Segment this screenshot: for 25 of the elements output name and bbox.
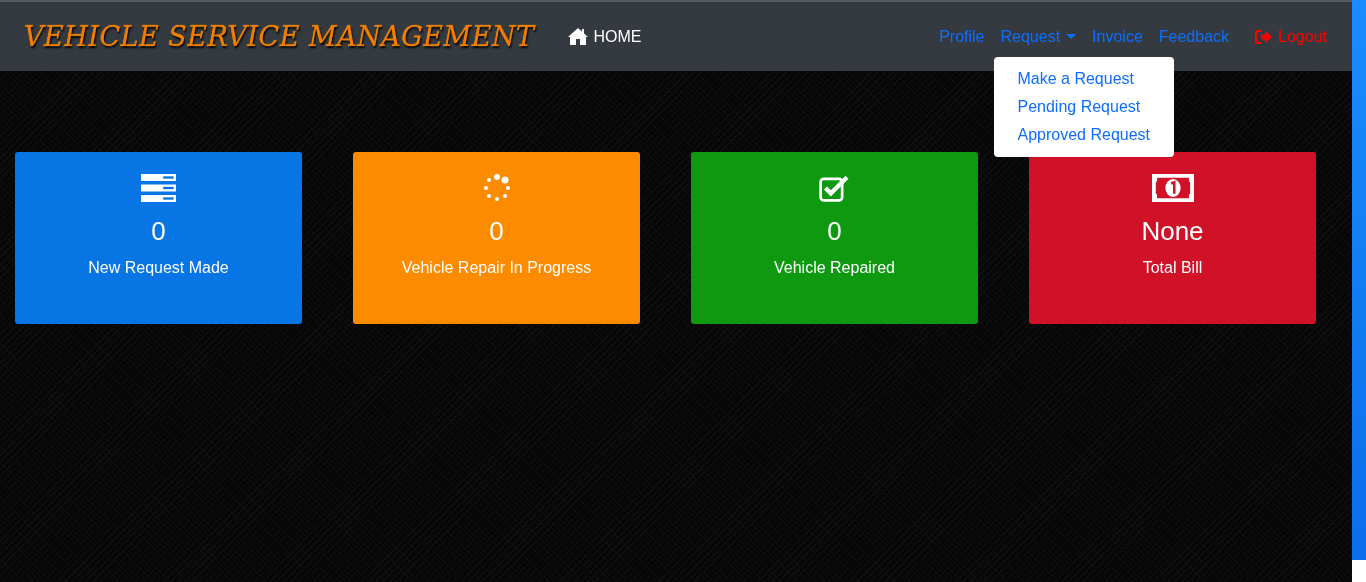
stat-label: Vehicle Repaired [774,259,895,277]
logout-link[interactable]: Logout [1255,27,1327,46]
stat-value: None [1141,216,1204,247]
logout-icon [1255,28,1274,45]
request-dropdown[interactable]: Request [1000,27,1077,46]
home-link[interactable]: HOME [566,27,642,46]
nav-link[interactable]: Profile [939,27,985,46]
nav-link[interactable]: Feedback [1158,27,1230,46]
stat-label: New Request Made [88,259,229,277]
checkbox-icon [819,174,850,202]
home-icon [566,27,589,46]
stat-label: Vehicle Repair In Progress [401,259,592,277]
stat-label: Total Bill [1142,259,1203,277]
stat-value: 0 [489,216,504,247]
stat-value: 0 [827,216,842,247]
stat-value: 0 [151,216,166,247]
caret-icon [1066,33,1077,40]
banknote-icon [1151,174,1194,202]
spinner-icon [482,174,511,202]
server-icon [141,174,176,202]
nav-link[interactable]: Invoice [1092,27,1143,46]
menu-item[interactable]: Approved Request [993,120,1174,149]
menu-item[interactable]: Pending Request [993,92,1174,121]
brand-logo[interactable]: VEHICLE SERVICE MANAGEMENT [24,21,535,52]
menu-item[interactable]: Make a Request [993,64,1174,93]
